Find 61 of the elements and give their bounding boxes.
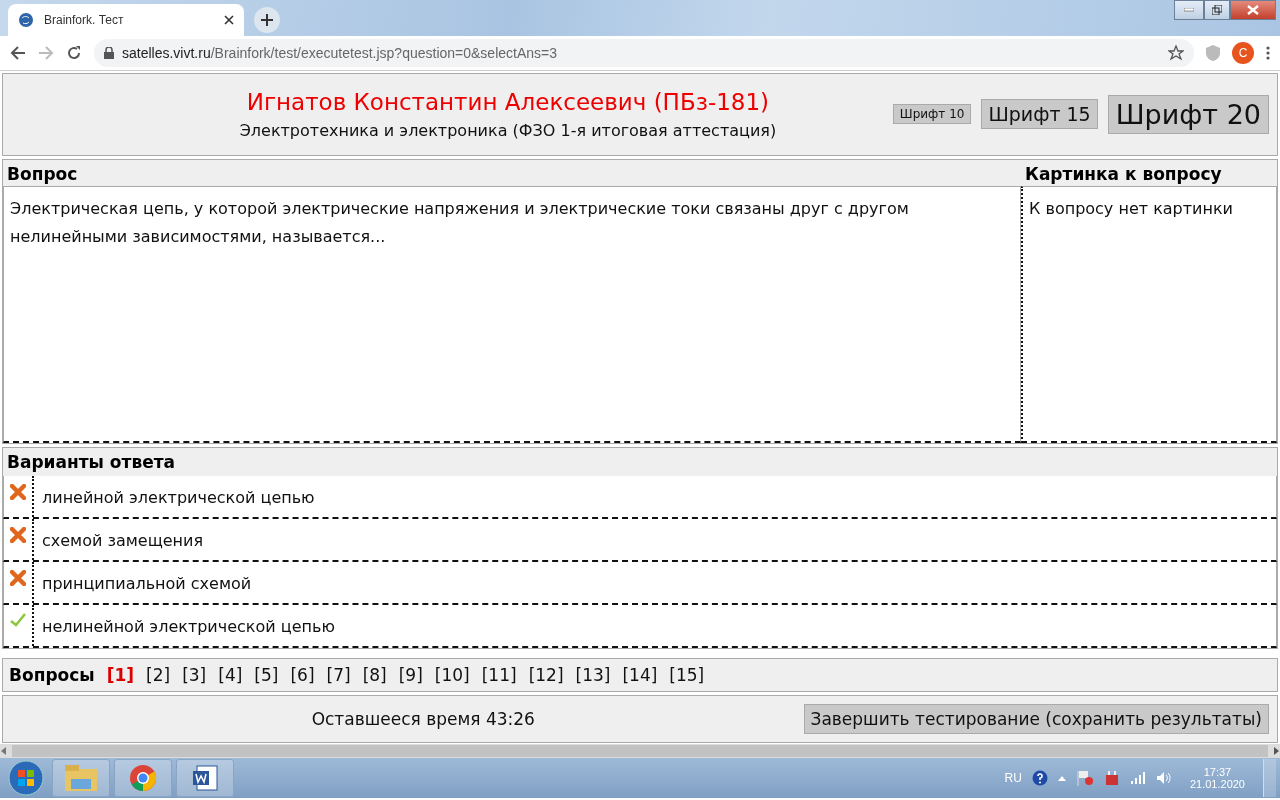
question-link[interactable]: [7]	[326, 665, 351, 686]
question-link[interactable]: [6]	[290, 665, 315, 686]
question-link[interactable]: [12]	[528, 665, 564, 686]
student-name: Игнатов Константин Алексеевич (ПБз-181)	[246, 88, 770, 115]
help-icon[interactable]	[1031, 770, 1048, 786]
plus-icon	[261, 14, 273, 26]
profile-avatar[interactable]: C	[1232, 42, 1254, 64]
back-icon[interactable]	[10, 45, 26, 61]
signal-icon[interactable]	[1129, 772, 1146, 784]
speaker-icon[interactable]	[1155, 771, 1172, 785]
scroll-left-icon[interactable]	[0, 747, 8, 755]
nav-label: Вопросы	[9, 665, 95, 686]
restore-button[interactable]	[1204, 0, 1230, 20]
folder-icon	[65, 765, 97, 791]
address-bar[interactable]: satelles.vivt.ru/Brainfork/test/executetest.jsp?question=0&selectAns=3	[94, 39, 1194, 67]
minimize-button[interactable]	[1174, 0, 1204, 20]
power-plug-icon[interactable]	[1103, 770, 1120, 786]
scroll-right-icon[interactable]	[1272, 747, 1280, 755]
question-link[interactable]: [15]	[669, 665, 705, 686]
question-link[interactable]: [11]	[481, 665, 517, 686]
question-link[interactable]: [8]	[362, 665, 387, 686]
question-link[interactable]: [5]	[254, 665, 279, 686]
question-link[interactable]: [4]	[218, 665, 243, 686]
close-icon	[1247, 5, 1259, 15]
new-tab-button[interactable]	[254, 7, 280, 33]
question-link[interactable]: [3]	[182, 665, 207, 686]
flag-icon[interactable]	[1075, 770, 1094, 786]
section-heading: Картинка к вопросу	[1024, 162, 1223, 186]
section-heading: Вопрос	[6, 162, 79, 186]
close-icon[interactable]	[224, 15, 234, 25]
answer-option[interactable]: принципиальной схемой	[34, 562, 260, 604]
chrome-icon	[129, 764, 157, 792]
question-link[interactable]: [13]	[575, 665, 611, 686]
question-link[interactable]: [9]	[398, 665, 423, 686]
course-title: Электротехника и электроника (ФЗО 1-я итоговая аттестация)	[239, 120, 777, 140]
restore-icon	[1212, 5, 1222, 15]
finish-button[interactable]: Завершить тестирование (сохранить результаты)	[803, 704, 1269, 735]
browser-tab[interactable]: Brainfork. Тест	[8, 4, 244, 36]
question-link[interactable]: [14]	[622, 665, 658, 686]
time-remaining: Оставшееся время 43:26	[310, 709, 536, 730]
no-picture-text: К вопросу нет картинки	[1021, 185, 1277, 444]
star-icon[interactable]	[1168, 45, 1184, 61]
minimize-icon	[1184, 8, 1194, 12]
close-window-button[interactable]	[1230, 0, 1276, 20]
question-link[interactable]: [10]	[434, 665, 470, 686]
question-link[interactable]: [2]	[146, 665, 171, 686]
caret-icon[interactable]	[1057, 775, 1066, 781]
menu-icon[interactable]	[1266, 45, 1270, 61]
question-link[interactable]: [1]	[106, 665, 135, 686]
lock-icon	[104, 47, 114, 59]
document-icon	[191, 764, 219, 792]
horizontal-scrollbar[interactable]	[0, 744, 1280, 758]
taskbar-app[interactable]	[176, 759, 234, 797]
section-heading: Варианты ответа	[6, 451, 177, 475]
font-size-button[interactable]: Шрифт 10	[892, 104, 972, 125]
font-size-button[interactable]: Шрифт 20	[1107, 94, 1269, 134]
answer-option[interactable]: схемой замещения	[34, 519, 212, 561]
reload-icon[interactable]	[66, 45, 82, 61]
question-text: Электрическая цепь, у которой электрические напряжения и электрические токи связаны друг с другом нелинейными зависимостями, называется...	[3, 185, 1021, 444]
font-size-button[interactable]: Шрифт 15	[981, 99, 1098, 130]
globe-icon	[18, 12, 34, 28]
